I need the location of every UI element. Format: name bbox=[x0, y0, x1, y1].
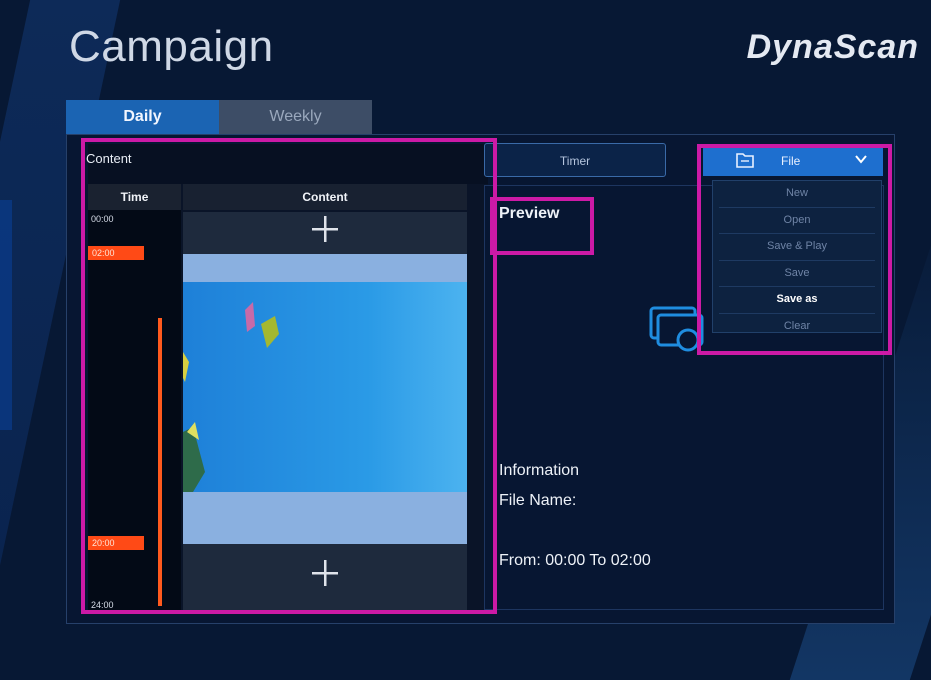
menu-item-save-and-play[interactable]: Save & Play bbox=[719, 234, 875, 261]
time-label-start: 00:00 bbox=[91, 214, 114, 224]
timeline-range-bar[interactable] bbox=[158, 318, 162, 606]
file-menu-button[interactable]: File bbox=[703, 146, 883, 176]
tab-weekly[interactable]: Weekly bbox=[219, 100, 372, 134]
file-icon bbox=[735, 151, 755, 172]
content-column-header: Content bbox=[183, 184, 467, 210]
page-title: Campaign bbox=[69, 22, 274, 71]
plus-icon bbox=[310, 214, 340, 252]
time-range-text: From: 00:00 To 02:00 bbox=[499, 552, 651, 569]
add-content-bottom[interactable] bbox=[183, 544, 467, 610]
time-label-end: 24:00 bbox=[91, 600, 114, 610]
schedule-tabs: Daily Weekly bbox=[66, 100, 372, 134]
menu-item-save-as[interactable]: Save as bbox=[719, 287, 875, 314]
time-column-header: Time bbox=[88, 184, 181, 210]
content-panel: Content Time Content 00:00 02:00 20:00 2… bbox=[86, 144, 488, 610]
preview-label: Preview bbox=[499, 205, 560, 222]
menu-item-new[interactable]: New bbox=[719, 181, 875, 208]
information-heading: Information bbox=[499, 462, 580, 479]
preview-photos-icon bbox=[648, 300, 718, 360]
brand-logo: DynaScan bbox=[746, 28, 919, 66]
content-panel-header: Content bbox=[86, 144, 488, 184]
timeline: 00:00 02:00 20:00 24:00 bbox=[88, 210, 181, 610]
content-media-thumbnail[interactable] bbox=[183, 282, 467, 492]
file-name-label: File Name: bbox=[499, 492, 577, 509]
time-badge-to[interactable]: 20:00 bbox=[88, 536, 144, 550]
file-dropdown-menu: New Open Save & Play Save Save as Clear bbox=[712, 180, 882, 333]
chevron-down-icon bbox=[853, 151, 869, 170]
time-badge-from[interactable]: 02:00 bbox=[88, 246, 144, 260]
menu-item-save[interactable]: Save bbox=[719, 261, 875, 287]
add-content-top[interactable] bbox=[183, 212, 467, 254]
menu-item-open[interactable]: Open bbox=[719, 208, 875, 234]
tab-daily[interactable]: Daily bbox=[66, 100, 219, 134]
content-panel-title: Content bbox=[86, 151, 132, 166]
background-accent bbox=[0, 200, 12, 430]
file-button-label: File bbox=[781, 154, 801, 168]
plus-icon bbox=[310, 558, 340, 596]
timer-button[interactable]: Timer bbox=[484, 143, 666, 177]
menu-item-clear[interactable]: Clear bbox=[719, 314, 875, 340]
